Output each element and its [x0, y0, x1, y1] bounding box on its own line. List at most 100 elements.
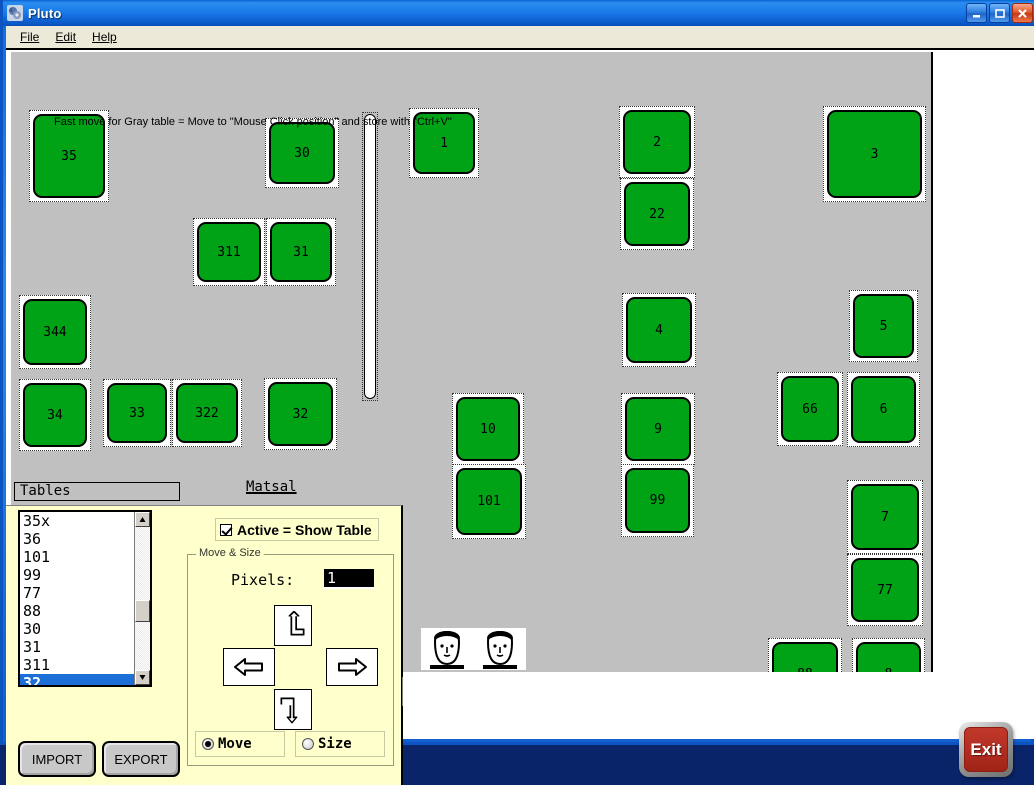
table-30[interactable]: 30	[265, 118, 339, 188]
list-item[interactable]: 101	[20, 548, 134, 566]
table-label: 10	[456, 397, 520, 461]
mode-move-option[interactable]: Move	[195, 731, 285, 757]
export-label: EXPORT	[114, 751, 168, 767]
mode-size-option[interactable]: Size	[295, 731, 385, 757]
exit-button[interactable]: Exit	[959, 722, 1013, 777]
pixels-input[interactable]: 1	[323, 568, 375, 589]
table-label: 99	[625, 468, 690, 533]
checkbox-icon[interactable]	[220, 523, 232, 536]
active-show-table-label: Active = Show Table	[237, 521, 372, 538]
scroll-down-button[interactable]	[135, 670, 150, 685]
menu-help-label: Help	[92, 30, 117, 44]
menu-bar: File Edit Help	[6, 26, 1034, 48]
listbox-scrollbar[interactable]	[134, 512, 150, 685]
app-gear-icon: 4	[7, 5, 23, 21]
table-2[interactable]: 2	[619, 106, 695, 178]
table-77[interactable]: 77	[847, 554, 923, 626]
table-label: 101	[456, 468, 522, 535]
table-label: 4	[626, 297, 692, 363]
app-window: 4 Pluto File Edit Help 35 30 1 2 3 22 311 31 344…	[0, 0, 1034, 785]
active-show-table-row[interactable]: Active = Show Table	[215, 518, 379, 541]
table-label: 9	[625, 397, 691, 461]
menu-file-label: File	[20, 30, 40, 44]
table-label: 30	[269, 122, 335, 184]
mode-size-label: Size	[318, 736, 352, 752]
table-label: 5	[853, 294, 914, 358]
arrow-left-icon	[234, 658, 263, 676]
table-99[interactable]: 99	[621, 464, 694, 537]
table-344[interactable]: 344	[19, 295, 91, 369]
list-item[interactable]: 311	[20, 656, 134, 674]
move-up-button[interactable]	[274, 605, 312, 646]
table-4[interactable]: 4	[622, 293, 696, 367]
properties-panel: 35x 36 101 99 77 88 30 31 311 32 IMPORT EXPORT	[6, 505, 403, 785]
table-label: 2	[623, 110, 691, 174]
table-31[interactable]: 31	[266, 218, 336, 286]
minimize-button[interactable]	[966, 3, 987, 23]
status-hint: Fast move for Gray table = Move to "Mous…	[54, 116, 452, 128]
move-left-button[interactable]	[223, 648, 275, 686]
table-3[interactable]: 3	[823, 106, 926, 202]
scroll-up-button[interactable]	[135, 512, 150, 527]
list-item[interactable]: 99	[20, 566, 134, 584]
table-label: 33	[107, 383, 167, 443]
table-label: 31	[270, 222, 332, 282]
table-101[interactable]: 101	[452, 464, 526, 539]
table-66[interactable]: 66	[777, 372, 843, 446]
table-label: 22	[624, 182, 690, 246]
arrow-up-icon	[288, 610, 305, 635]
import-label: IMPORT	[31, 751, 83, 767]
move-right-button[interactable]	[326, 648, 378, 686]
tables-listbox[interactable]: 35x 36 101 99 77 88 30 31 311 32	[18, 510, 152, 687]
table-311[interactable]: 311	[193, 218, 265, 286]
arrow-right-icon	[338, 658, 367, 676]
room-label: Matsal	[246, 479, 297, 495]
table-label: 322	[176, 383, 238, 443]
menu-item-help[interactable]: Help	[84, 28, 125, 46]
list-item[interactable]: 36	[20, 530, 134, 548]
divider-bar[interactable]	[362, 112, 378, 401]
window-controls	[966, 3, 1033, 23]
table-22[interactable]: 22	[620, 178, 694, 250]
direction-pad	[223, 605, 378, 730]
table-34[interactable]: 34	[19, 379, 91, 451]
radio-move-icon[interactable]	[202, 738, 214, 750]
export-button[interactable]: EXPORT	[102, 741, 180, 777]
move-down-button[interactable]	[274, 689, 312, 730]
radio-size-icon[interactable]	[302, 738, 314, 750]
table-label: 311	[197, 222, 261, 282]
maximize-button[interactable]	[989, 3, 1010, 23]
two-faces-icon	[421, 628, 526, 670]
table-6[interactable]: 6	[847, 372, 920, 447]
table-322[interactable]: 322	[172, 379, 242, 447]
list-item[interactable]: 35x	[20, 512, 134, 530]
window-title: Pluto	[28, 5, 62, 21]
list-item[interactable]: 77	[20, 584, 134, 602]
close-button[interactable]	[1012, 3, 1033, 23]
import-button[interactable]: IMPORT	[18, 741, 96, 777]
tables-group-header: Tables	[14, 482, 180, 501]
list-item[interactable]: 31	[20, 638, 134, 656]
table-5[interactable]: 5	[849, 290, 918, 362]
pixels-label: Pixels:	[231, 571, 295, 589]
menu-item-file[interactable]: File	[12, 28, 47, 46]
menu-item-edit[interactable]: Edit	[47, 28, 84, 46]
list-item[interactable]: 32	[20, 674, 134, 685]
mode-move-label: Move	[218, 736, 252, 752]
table-label: 3	[827, 110, 922, 198]
table-33[interactable]: 33	[103, 379, 171, 447]
table-10[interactable]: 10	[452, 393, 524, 465]
table-32[interactable]: 32	[264, 378, 337, 450]
table-label: 8	[856, 642, 921, 672]
table-label: 66	[781, 376, 839, 442]
table-9[interactable]: 9	[621, 393, 695, 465]
table-8[interactable]: 8	[852, 638, 925, 672]
table-7[interactable]: 7	[847, 480, 923, 554]
list-item[interactable]: 30	[20, 620, 134, 638]
scrollbar-thumb[interactable]	[135, 600, 150, 622]
scrollbar-track[interactable]	[135, 527, 150, 670]
table-88[interactable]: 88	[768, 638, 842, 672]
client-area: 35 30 1 2 3 22 311 31 344 4 5 34 33 322 32 66 6 10 9 101 99 7…	[6, 48, 1034, 785]
list-item[interactable]: 88	[20, 602, 134, 620]
title-bar: 4 Pluto	[3, 0, 1034, 26]
